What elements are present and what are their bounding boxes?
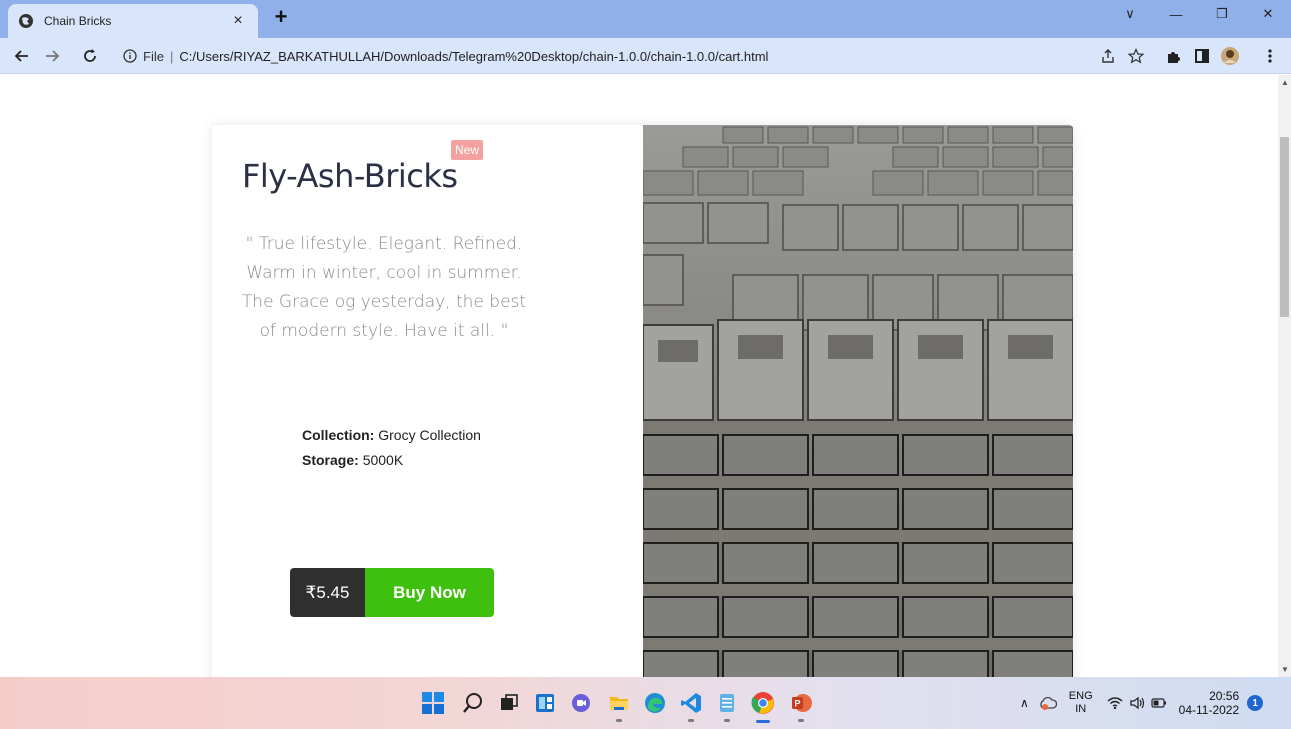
scheme-label: File — [143, 48, 164, 64]
taskbar: P ∧ ENG IN 20:56 04-11-2022 1 — [0, 677, 1291, 729]
profile-icon[interactable] — [1220, 46, 1240, 66]
extensions-icon[interactable] — [1164, 46, 1184, 66]
buy-now-button[interactable]: Buy Now — [365, 568, 494, 617]
product-title: Fly-Ash-Bricks — [242, 157, 458, 195]
active-indicator — [756, 720, 770, 723]
minimize-button[interactable]: — — [1153, 0, 1199, 28]
restore-button[interactable]: ❐ — [1199, 0, 1245, 28]
browser-toolbar: File | C:/Users/RIYAZ_BARKATHULLAH/Downl… — [0, 38, 1291, 74]
language-indicator[interactable]: ENG IN — [1069, 690, 1093, 716]
svg-text:P: P — [795, 699, 801, 709]
tab-chain-bricks[interactable]: Chain Bricks × — [8, 4, 258, 38]
running-indicator — [616, 719, 622, 722]
spec-collection: Collection: Grocy Collection — [302, 427, 481, 443]
scroll-down-icon[interactable]: ▼ — [1281, 665, 1289, 674]
running-indicator — [798, 719, 804, 722]
new-badge: New — [451, 140, 484, 160]
info-icon[interactable] — [123, 49, 137, 63]
reload-icon[interactable] — [78, 44, 102, 68]
product-card: Fly-Ash-Bricks New " True lifestyle. Ele… — [212, 125, 1073, 677]
page-scrollbar[interactable]: ▲ ▼ — [1278, 75, 1291, 677]
back-icon[interactable] — [10, 44, 34, 68]
notification-badge[interactable]: 1 — [1247, 695, 1264, 711]
new-tab-button[interactable]: + — [270, 5, 292, 29]
close-window-button[interactable]: ✕ — [1245, 0, 1291, 28]
chevron-up-icon[interactable]: ∧ — [1020, 696, 1029, 710]
tab-strip: Chain Bricks × + ∨ — ❐ ✕ — [0, 0, 1291, 38]
storage-label: Storage: — [302, 452, 359, 468]
volume-icon[interactable] — [1129, 696, 1145, 710]
window-controls: ∨ — ❐ ✕ — [1107, 0, 1291, 28]
address-bar[interactable]: File | C:/Users/RIYAZ_BARKATHULLAH/Downl… — [115, 43, 1155, 69]
lang-code: ENG — [1068, 690, 1093, 702]
spec-storage: Storage: 5000K — [302, 452, 403, 468]
collection-label: Collection: — [302, 427, 375, 443]
product-description: " True lifestyle. Elegant. Refined. Warm… — [241, 234, 527, 341]
file-explorer-icon[interactable] — [604, 688, 634, 722]
running-indicator — [688, 719, 694, 722]
storage-value: 5000K — [362, 452, 404, 468]
collection-value: Grocy Collection — [378, 427, 481, 443]
powerpoint-icon[interactable]: P — [786, 688, 816, 722]
wifi-icon[interactable] — [1107, 696, 1123, 710]
product-image — [643, 125, 1073, 677]
notepad-icon[interactable] — [712, 688, 742, 722]
clock-date: 04-11-2022 — [1178, 703, 1240, 717]
edge-icon[interactable] — [640, 688, 670, 718]
task-view-icon[interactable] — [494, 688, 524, 718]
tab-close-icon[interactable]: × — [228, 12, 248, 30]
windows-start-icon[interactable] — [418, 688, 448, 718]
page-viewport: Fly-Ash-Bricks New " True lifestyle. Ele… — [0, 75, 1278, 677]
menu-icon[interactable] — [1260, 46, 1280, 66]
clock-time: 20:56 — [1209, 689, 1240, 703]
tab-title: Chain Bricks — [44, 14, 112, 28]
tab-search-icon[interactable]: ∨ — [1107, 0, 1153, 28]
scroll-thumb[interactable] — [1280, 137, 1289, 317]
star-icon[interactable] — [1126, 46, 1146, 66]
price-tag: ₹5.45 — [290, 568, 365, 617]
chat-icon[interactable] — [566, 688, 596, 718]
battery-icon[interactable] — [1151, 698, 1167, 708]
system-tray: ∧ ENG IN 20:56 04-11-2022 1 — [1020, 677, 1264, 729]
sidepanel-icon[interactable] — [1192, 46, 1212, 66]
chrome-icon[interactable] — [748, 688, 778, 723]
globe-icon — [18, 13, 34, 29]
address-separator: | — [169, 48, 174, 64]
lang-region: IN — [1075, 703, 1087, 715]
forward-icon[interactable] — [40, 44, 64, 68]
share-icon[interactable] — [1098, 46, 1118, 66]
onedrive-icon[interactable] — [1039, 696, 1057, 710]
running-indicator — [724, 719, 730, 722]
vscode-icon[interactable] — [676, 688, 706, 722]
clock[interactable]: 20:56 04-11-2022 — [1179, 689, 1240, 717]
search-icon[interactable] — [458, 688, 488, 718]
scroll-up-icon[interactable]: ▲ — [1281, 78, 1289, 87]
url-text[interactable]: C:/Users/RIYAZ_BARKATHULLAH/Downloads/Te… — [179, 49, 768, 64]
widgets-icon[interactable] — [530, 688, 560, 718]
